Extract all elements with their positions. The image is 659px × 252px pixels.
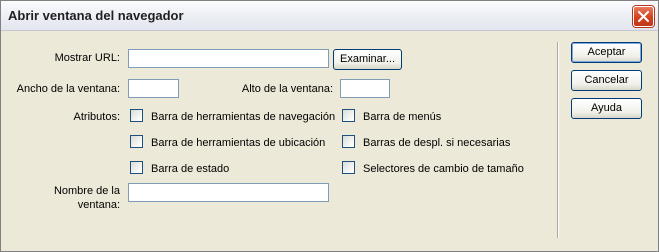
help-button[interactable]: Ayuda: [571, 98, 642, 119]
ok-button[interactable]: Aceptar: [571, 42, 642, 63]
width-label: Ancho de la ventana:: [16, 83, 120, 95]
height-input[interactable]: [340, 79, 390, 98]
close-icon: [638, 11, 649, 22]
checkbox-status-bar[interactable]: [130, 161, 143, 174]
dialog-window: Abrir ventana del navegador Mostrar URL:…: [0, 0, 659, 252]
checkbox-label-status-bar: Barra de estado: [151, 163, 230, 175]
checkbox-resize-handles[interactable]: [342, 161, 355, 174]
checkbox-label-nav-toolbar: Barra de herramientas de navegación: [151, 111, 336, 123]
url-input[interactable]: [128, 49, 329, 68]
checkbox-label-scrollbars: Barras de despl. si necesarias: [363, 137, 511, 149]
close-button[interactable]: [633, 6, 654, 27]
browse-button[interactable]: Examinar...: [333, 49, 402, 70]
window-name-label-line1: Nombre de la: [53, 185, 120, 197]
window-name-input[interactable]: [128, 183, 329, 202]
title-bar[interactable]: Abrir ventana del navegador: [1, 1, 658, 31]
checkbox-menu-bar[interactable]: [342, 109, 355, 122]
url-label: Mostrar URL:: [54, 52, 120, 64]
checkbox-nav-toolbar[interactable]: [130, 109, 143, 122]
width-input[interactable]: [128, 79, 179, 98]
window-name-label-line2: ventana:: [77, 199, 120, 211]
height-label: Alto de la ventana:: [241, 83, 333, 95]
attributes-label: Atributos:: [73, 111, 120, 123]
checkbox-scrollbars[interactable]: [342, 135, 355, 148]
checkbox-location-toolbar[interactable]: [130, 135, 143, 148]
checkbox-label-resize-handles: Selectores de cambio de tamaño: [363, 163, 524, 175]
cancel-button[interactable]: Cancelar: [571, 70, 642, 91]
window-title: Abrir ventana del navegador: [8, 8, 184, 23]
checkbox-label-location-toolbar: Barra de herramientas de ubicación: [151, 137, 326, 149]
checkbox-label-menu-bar: Barra de menús: [363, 111, 442, 123]
vertical-separator: [557, 42, 559, 238]
